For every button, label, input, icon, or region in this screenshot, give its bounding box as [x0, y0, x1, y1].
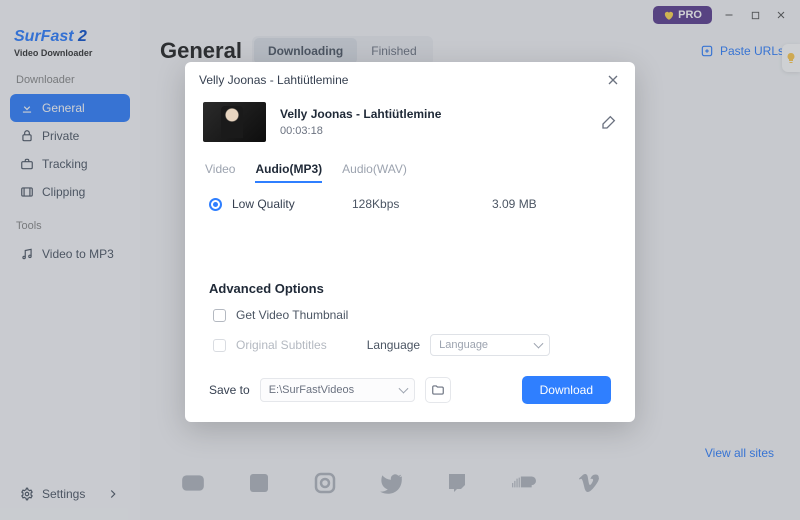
download-button[interactable]: Download [522, 376, 611, 404]
tab-audio-wav[interactable]: Audio(WAV) [342, 162, 407, 182]
browse-folder-button[interactable] [425, 377, 451, 403]
tab-audio-mp3[interactable]: Audio(MP3) [255, 162, 322, 182]
edit-title-button[interactable] [601, 114, 617, 130]
modal-heading: Velly Joonas - Lahtiütlemine [199, 73, 348, 87]
video-duration: 00:03:18 [280, 125, 587, 137]
video-title: Velly Joonas - Lahtiütlemine [280, 107, 587, 121]
folder-icon [431, 383, 445, 397]
language-label: Language [367, 338, 420, 352]
quality-label: Low Quality [232, 197, 352, 211]
advanced-options-header: Advanced Options [185, 271, 635, 302]
save-to-label: Save to [209, 383, 250, 397]
quality-bitrate: 128Kbps [352, 197, 492, 211]
thumbnail-checkbox[interactable] [213, 309, 226, 322]
format-tabs: Video Audio(MP3) Audio(WAV) [185, 154, 635, 187]
save-path-select[interactable]: E:\SurFastVideos [260, 378, 415, 402]
download-modal: Velly Joonas - Lahtiütlemine Velly Joona… [185, 62, 635, 422]
quality-option-row[interactable]: Low Quality 128Kbps 3.09 MB [185, 187, 635, 221]
subtitles-label: Original Subtitles [236, 338, 327, 352]
video-thumbnail [203, 102, 266, 142]
subtitles-checkbox[interactable] [213, 339, 226, 352]
thumbnail-label: Get Video Thumbnail [236, 308, 348, 322]
quality-radio[interactable] [209, 198, 222, 211]
quality-size: 3.09 MB [492, 197, 537, 211]
language-select[interactable]: Language [430, 334, 550, 356]
modal-close-button[interactable] [605, 72, 621, 88]
tab-video[interactable]: Video [205, 162, 235, 182]
